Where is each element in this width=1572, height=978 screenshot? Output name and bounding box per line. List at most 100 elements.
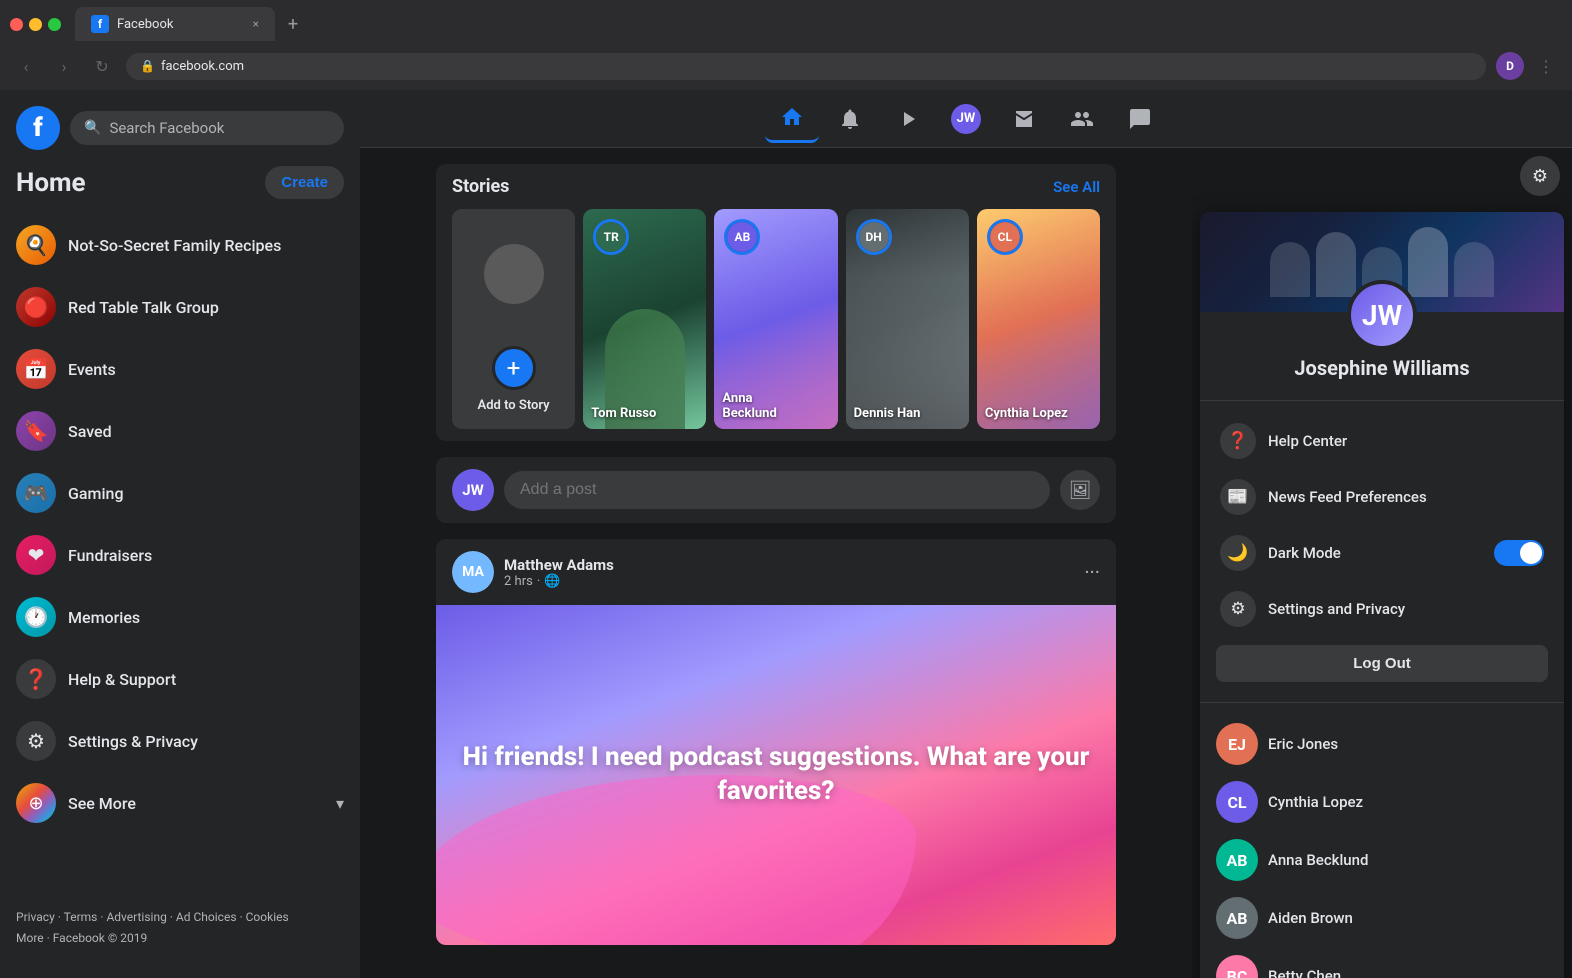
footer-links: Privacy · Terms · Advertising · Ad Choic… — [8, 895, 352, 962]
friend-avatar-anna-becklund: AB — [1216, 839, 1258, 881]
search-box[interactable]: 🔍 Search Facebook — [70, 111, 344, 145]
story-card-anna[interactable]: AB AnnaBecklund — [714, 209, 837, 429]
sidebar-item-label-settings: Settings & Privacy — [68, 732, 198, 751]
nav-groups-btn[interactable] — [1055, 95, 1109, 143]
sidebar-item-memories[interactable]: 🕐 Memories — [8, 587, 352, 647]
privacy-link[interactable]: Privacy — [16, 910, 55, 924]
ad-choices-link[interactable]: Ad Choices — [176, 910, 237, 924]
post-more-options-btn[interactable]: ··· — [1084, 560, 1100, 584]
post-meta: Matthew Adams 2 hrs · 🌐 — [504, 556, 1074, 589]
forward-btn[interactable]: › — [50, 52, 78, 80]
post-card: MA Matthew Adams 2 hrs · 🌐 ··· — [436, 539, 1116, 945]
friends-section: EJ Eric Jones CL Cynthia Lopez AB Anna B… — [1200, 707, 1564, 978]
dropdown-help-center[interactable]: ❓ Help Center — [1208, 413, 1556, 469]
friend-cynthia-lopez[interactable]: CL Cynthia Lopez — [1208, 773, 1556, 831]
create-button[interactable]: Create — [265, 166, 344, 199]
news-feed-icon: 📰 — [1220, 479, 1256, 515]
gear-settings-btn[interactable]: ⚙ — [1520, 156, 1560, 196]
help-center-icon: ❓ — [1220, 423, 1256, 459]
sidebar-item-events[interactable]: 📅 Events — [8, 339, 352, 399]
close-tab-btn[interactable]: × — [253, 17, 259, 31]
sidebar-item-help[interactable]: ❓ Help & Support — [8, 649, 352, 709]
post-author-avatar: MA — [452, 551, 494, 593]
friend-eric-jones[interactable]: EJ Eric Jones — [1208, 715, 1556, 773]
nav-notifications-btn[interactable] — [823, 95, 877, 143]
nav-profile-btn[interactable]: JW — [939, 95, 993, 143]
feed-area: Stories See All + — [360, 148, 1192, 978]
dropdown-panel: JW Josephine Williams ❓ Help Center � — [1200, 212, 1564, 978]
feed-container: Stories See All + — [436, 164, 1116, 962]
dropdown-settings-privacy[interactable]: ⚙ Settings and Privacy — [1208, 581, 1556, 637]
nav-watch-btn[interactable] — [881, 95, 935, 143]
top-nav-bar: JW — [360, 90, 1572, 148]
friend-betty-chen[interactable]: BC Betty Chen — [1208, 947, 1556, 978]
help-icon: ❓ — [16, 659, 56, 699]
add-photo-btn[interactable]: 🖼 — [1060, 470, 1100, 510]
right-panel-inner: ⚙ — [1192, 148, 1572, 978]
story-card-tom[interactable]: TR Tom Russo — [583, 209, 706, 429]
facebook-tab-favicon: f — [91, 15, 109, 33]
dark-mode-toggle[interactable] — [1494, 540, 1544, 566]
nav-messenger-btn[interactable] — [1113, 95, 1167, 143]
facebook-copyright: Facebook © 2019 — [53, 931, 147, 945]
terms-link[interactable]: Terms — [64, 910, 98, 924]
sidebar-item-see-more[interactable]: ⊕ See More ▾ — [8, 773, 352, 833]
sidebar-item-red-table[interactable]: 🔴 Red Table Talk Group — [8, 277, 352, 337]
refresh-btn[interactable]: ↻ — [88, 52, 116, 80]
red-table-icon: 🔴 — [16, 287, 56, 327]
cookies-link[interactable]: Cookies — [246, 910, 289, 924]
post-author-name: Matthew Adams — [504, 556, 1074, 574]
minimize-window-btn[interactable] — [29, 18, 42, 31]
nav-marketplace-btn[interactable] — [997, 95, 1051, 143]
dropdown-dark-mode[interactable]: 🌙 Dark Mode — [1208, 525, 1556, 581]
browser-menu-btn[interactable]: ⋮ — [1532, 52, 1560, 80]
friend-name-aiden-brown: Aiden Brown — [1268, 909, 1353, 927]
more-link[interactable]: More — [16, 931, 44, 945]
sidebar-item-label-fundraisers: Fundraisers — [68, 546, 152, 565]
stories-grid: + Add to Story TR — [452, 209, 1100, 429]
maximize-window-btn[interactable] — [48, 18, 61, 31]
divider-2 — [1200, 702, 1564, 703]
story-card-dennis[interactable]: DH Dennis Han — [846, 209, 969, 429]
left-sidebar: f 🔍 Search Facebook Home Create 🍳 Not-So… — [0, 90, 360, 978]
settings-icon: ⚙ — [16, 721, 56, 761]
story-name-cynthia: Cynthia Lopez — [985, 406, 1092, 421]
sidebar-item-label-family-recipes: Not-So-Secret Family Recipes — [68, 236, 281, 255]
friend-avatar-cynthia-lopez: CL — [1216, 781, 1258, 823]
sidebar-item-settings[interactable]: ⚙ Settings & Privacy — [8, 711, 352, 771]
url-bar[interactable]: 🔒 facebook.com — [126, 53, 1486, 80]
advertising-link[interactable]: Advertising — [106, 910, 166, 924]
friend-name-eric-jones: Eric Jones — [1268, 735, 1338, 753]
close-window-btn[interactable] — [10, 18, 23, 31]
story-card-cynthia[interactable]: CL Cynthia Lopez — [977, 209, 1100, 429]
stories-header: Stories See All — [452, 176, 1100, 197]
friend-anna-becklund[interactable]: AB Anna Becklund — [1208, 831, 1556, 889]
dropdown-news-feed[interactable]: 📰 News Feed Preferences — [1208, 469, 1556, 525]
see-all-btn[interactable]: See All — [1053, 178, 1100, 196]
new-tab-btn[interactable]: + — [279, 10, 307, 38]
post-composer-input[interactable] — [504, 471, 1050, 509]
sidebar-item-saved[interactable]: 🔖 Saved — [8, 401, 352, 461]
add-story-card[interactable]: + Add to Story — [452, 209, 575, 429]
story-name-anna: AnnaBecklund — [722, 391, 829, 421]
post-image-text: Hi friends! I need podcast suggestions. … — [436, 721, 1116, 829]
sidebar-item-gaming[interactable]: 🎮 Gaming — [8, 463, 352, 523]
search-placeholder: Search Facebook — [109, 119, 224, 137]
sidebar-item-fundraisers[interactable]: ❤ Fundraisers — [8, 525, 352, 585]
dropdown-menu: ❓ Help Center 📰 News Feed Preferences 🌙 … — [1200, 405, 1564, 698]
window-controls — [10, 18, 61, 31]
sidebar-item-family-recipes[interactable]: 🍳 Not-So-Secret Family Recipes — [8, 215, 352, 275]
divider-1 — [1200, 400, 1564, 401]
right-panel-header: ⚙ — [1192, 148, 1572, 204]
events-icon: 📅 — [16, 349, 56, 389]
user-display-name: Josephine Williams — [1294, 356, 1469, 380]
logout-button[interactable]: Log Out — [1216, 645, 1548, 682]
browser-user-avatar[interactable]: D — [1496, 52, 1524, 80]
nav-home-btn[interactable] — [765, 95, 819, 143]
browser-tab[interactable]: f Facebook × — [75, 7, 275, 41]
back-btn[interactable]: ‹ — [12, 52, 40, 80]
browser-chrome: f Facebook × + ‹ › ↻ 🔒 facebook.com D ⋮ — [0, 0, 1572, 90]
help-center-label: Help Center — [1268, 432, 1347, 450]
friend-aiden-brown[interactable]: AB Aiden Brown — [1208, 889, 1556, 947]
sidebar-item-label-saved: Saved — [68, 422, 112, 441]
